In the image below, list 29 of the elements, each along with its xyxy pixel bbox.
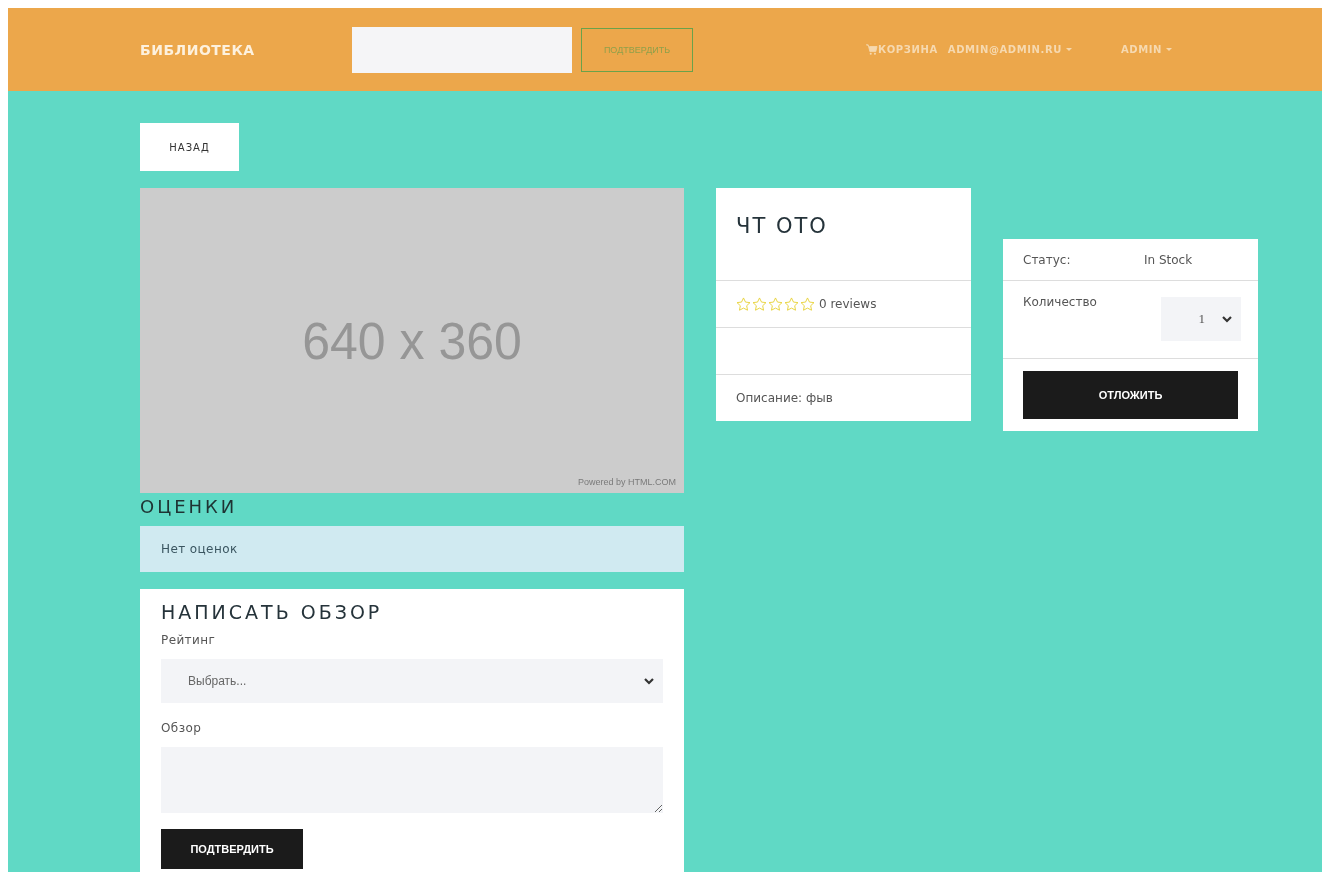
quantity-select[interactable]: 1 — [1161, 297, 1241, 341]
empty-message: Нет оценок — [140, 526, 684, 572]
star-icon — [752, 296, 767, 312]
reviews-count[interactable]: 0 reviews — [819, 297, 877, 311]
cart-icon — [866, 44, 878, 55]
chevron-down-icon — [643, 676, 655, 686]
search-field[interactable] — [352, 26, 572, 73]
star-icon — [736, 296, 751, 312]
quantity-label: Количество — [1023, 295, 1097, 309]
caret-icon — [1066, 48, 1072, 51]
product-title: ЧТ ОТО — [716, 188, 971, 281]
rating-select[interactable]: Выбрать... — [161, 659, 663, 703]
form-heading: НАПИСАТЬ ОБЗОР — [161, 601, 384, 623]
star-icon — [768, 296, 783, 312]
field-label: Рейтинг — [161, 633, 217, 647]
review-textarea[interactable] — [161, 747, 663, 813]
status-label: Статус: — [1023, 252, 1072, 267]
caret-icon — [1166, 48, 1173, 51]
save-for-later-button[interactable]: ОТЛОЖИТЬ — [1023, 371, 1238, 419]
product-description: Описание: фыв — [735, 390, 834, 407]
back-button[interactable]: НАЗАД — [140, 123, 239, 171]
star-icon — [784, 296, 799, 312]
image-credit: Powered by HTML.COM — [577, 477, 676, 487]
field-label: Обзор — [161, 721, 203, 735]
status-value: In Stock — [1144, 252, 1193, 267]
submit-button[interactable]: ПОДТВЕРДИТЬ — [161, 829, 303, 869]
chevron-down-icon — [1221, 314, 1233, 324]
section-heading: ОЦЕНКИ — [140, 495, 239, 519]
star-icon — [800, 296, 815, 312]
